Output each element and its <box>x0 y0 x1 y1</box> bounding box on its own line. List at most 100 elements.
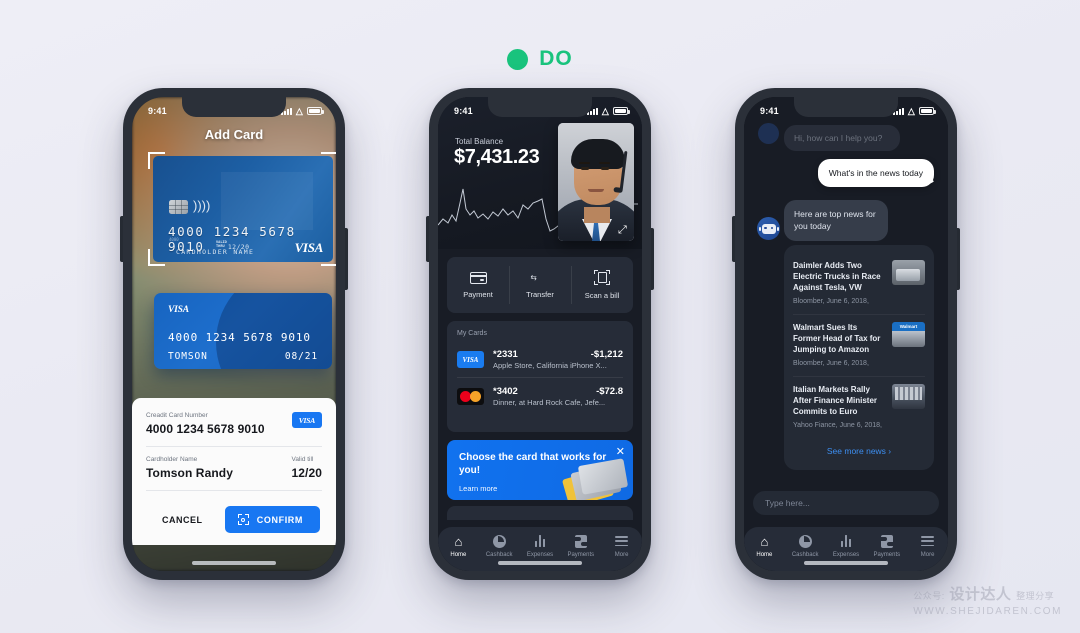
tab-payments[interactable]: Payments <box>560 534 601 558</box>
tab-payments[interactable]: Payments <box>866 534 907 558</box>
preview-card-number: 4000 1234 5678 9010 <box>168 331 311 344</box>
phone3-screen: Hi, how can I help you? What's in the ne… <box>744 97 948 571</box>
pie-chart-icon <box>492 534 506 548</box>
mastercard-logo-icon <box>457 388 484 405</box>
news-item-meta: Bloomber, June 6, 2018, <box>793 360 869 368</box>
news-item[interactable]: Daimler Adds Two Electric Trucks in Race… <box>793 253 925 314</box>
wifi-icon: △ <box>601 105 609 116</box>
form-divider-1 <box>146 446 322 447</box>
bar-chart-icon <box>533 534 547 548</box>
quick-action-scan-bill[interactable]: Scan a bill <box>571 257 633 313</box>
walmart-thumbnail-label: Walmart <box>899 324 918 330</box>
valid-till-field[interactable]: Valid till 12/20 <box>291 456 322 480</box>
card-highlight <box>221 172 313 230</box>
do-badge: DO <box>0 47 1080 71</box>
tab-more[interactable]: More <box>907 534 948 558</box>
transaction-top: *3402 -$72.8 <box>493 386 623 397</box>
status-indicators: △ <box>586 105 630 116</box>
agent-neck <box>584 207 610 223</box>
total-balance-amount: $7,431.23 <box>454 146 540 168</box>
watermark-line-1: 公众号: 设计达人 整理分享 <box>913 583 1062 604</box>
tab-cashback-label: Cashback <box>485 552 513 558</box>
tab-more-label: More <box>614 552 629 558</box>
card-number-field[interactable]: Creadit Card Number 4000 1234 5678 9010 <box>146 412 265 436</box>
home-icon: ⌂ <box>454 533 463 549</box>
quick-action-transfer-label: Transfer <box>526 290 554 299</box>
watermark-prefix: 公众号: <box>913 591 945 601</box>
tab-expenses[interactable]: Expenses <box>826 534 867 558</box>
see-more-news-link[interactable]: See more news › <box>793 438 925 466</box>
agent-eye-left <box>581 167 589 170</box>
news-thumbnail-walmart: Walmart <box>892 322 925 348</box>
status-time: 9:41 <box>148 106 167 116</box>
phone-mockup-wallet-home: Total Balance $7,431.23 ⤢ Payment ⇆ Tran… <box>426 88 654 580</box>
expand-video-icon[interactable]: ⤢ <box>618 225 629 236</box>
video-call-agent-tile[interactable]: ⤢ <box>558 123 634 241</box>
phone3-notch <box>794 97 898 117</box>
status-indicators: △ <box>280 105 324 116</box>
bot-greeting-bubble: Hi, how can I help you? <box>784 125 900 152</box>
chat-composer[interactable]: Type here... <box>753 491 939 515</box>
phone-mockup-chat-assistant: Hi, how can I help you? What's in the ne… <box>732 88 960 580</box>
preview-card-expiry: 08/21 <box>284 351 318 362</box>
scan-corner-top-left <box>148 152 165 169</box>
news-item-title: Italian Markets Rally After Finance Mini… <box>793 385 878 417</box>
scanned-card-brand: VISA <box>294 240 324 255</box>
agent-brow-right <box>599 162 610 164</box>
news-item-meta: Bloomber, June 6, 2018, <box>793 298 869 306</box>
confirm-button[interactable]: CONFIRM <box>224 506 320 533</box>
tab-more[interactable]: More <box>601 534 642 558</box>
scan-corner-top-right <box>321 152 336 169</box>
transaction-body: *2331 -$1,212 Apple Store, California iP… <box>493 349 623 370</box>
quick-action-payment[interactable]: Payment <box>447 257 509 313</box>
tab-cashback[interactable]: Cashback <box>479 534 520 558</box>
robot-icon <box>758 223 779 234</box>
agent-mouth <box>588 189 604 192</box>
form-actions: CANCEL CONFIRM <box>146 506 322 533</box>
agent-hair <box>571 139 625 169</box>
transaction-row[interactable]: VISA *2331 -$1,212 Apple Store, Californ… <box>457 345 623 377</box>
wifi-icon: △ <box>295 105 303 116</box>
visa-logo-icon: VISA <box>457 351 484 368</box>
tab-payments-label: Payments <box>567 552 595 558</box>
card-number-field-row: Creadit Card Number 4000 1234 5678 9010 … <box>146 412 322 436</box>
tab-home-label: Home <box>450 552 467 558</box>
tab-cashback[interactable]: Cashback <box>785 534 826 558</box>
card-preview: VISA 4000 1234 5678 9010 TOMSON 08/21 <box>154 293 332 369</box>
news-item[interactable]: Italian Markets Rally After Finance Mini… <box>793 376 925 438</box>
tab-home-label: Home <box>756 552 773 558</box>
news-results-card: Daimler Adds Two Electric Trucks in Race… <box>784 245 934 471</box>
tab-home[interactable]: ⌂ Home <box>744 534 785 559</box>
chat-input-placeholder: Type here... <box>765 498 810 508</box>
news-item-body: Italian Markets Rally After Finance Mini… <box>793 384 884 429</box>
status-indicators: △ <box>892 106 936 116</box>
payments-icon <box>574 534 588 548</box>
wallet-home-root: Total Balance $7,431.23 ⤢ Payment ⇆ Tran… <box>438 97 642 571</box>
quick-action-transfer[interactable]: ⇆ Transfer <box>509 257 571 313</box>
news-item-meta: Yahoo Fiance, June 6, 2018, <box>793 422 882 430</box>
status-time: 9:41 <box>454 106 473 116</box>
transaction-row[interactable]: *3402 -$72.8 Dinner, at Hard Rock Cafe, … <box>457 377 623 414</box>
total-balance-label: Total Balance <box>455 137 504 146</box>
news-item[interactable]: Walmart Sues Its Former Head of Tax for … <box>793 314 925 376</box>
cardholder-name-label: Cardholder Name <box>146 456 198 463</box>
visa-brand-chip: VISA <box>291 412 322 428</box>
my-cards-title: My Cards <box>457 330 487 337</box>
transaction-description: Dinner, at Hard Rock Cafe, Jefe... <box>493 398 606 407</box>
tab-expenses[interactable]: Expenses <box>520 534 561 558</box>
preview-card-brand: VISA <box>168 305 189 315</box>
promo-card-stack-illustration <box>561 452 629 500</box>
tab-home[interactable]: ⌂ Home <box>438 533 479 559</box>
tab-cashback-label: Cashback <box>791 552 819 558</box>
transaction-card: *2331 <box>493 349 518 360</box>
cardholder-name-field[interactable]: Cardholder Name Tomson Randy <box>146 456 267 480</box>
do-status-dot <box>507 48 529 70</box>
cancel-button[interactable]: CANCEL <box>148 508 217 532</box>
confirm-button-label: CONFIRM <box>256 514 303 525</box>
payments-icon <box>880 534 894 548</box>
promo-banner[interactable]: Choose the card that works for you! Lear… <box>447 440 633 500</box>
phone-mockup-add-card: 9:41 △ Add Card )))) 4000 1234 5678 9010… <box>120 88 348 580</box>
scan-bill-icon <box>594 270 610 285</box>
phone1-screen: 9:41 △ Add Card )))) 4000 1234 5678 9010… <box>132 97 336 571</box>
battery-icon <box>613 107 630 115</box>
